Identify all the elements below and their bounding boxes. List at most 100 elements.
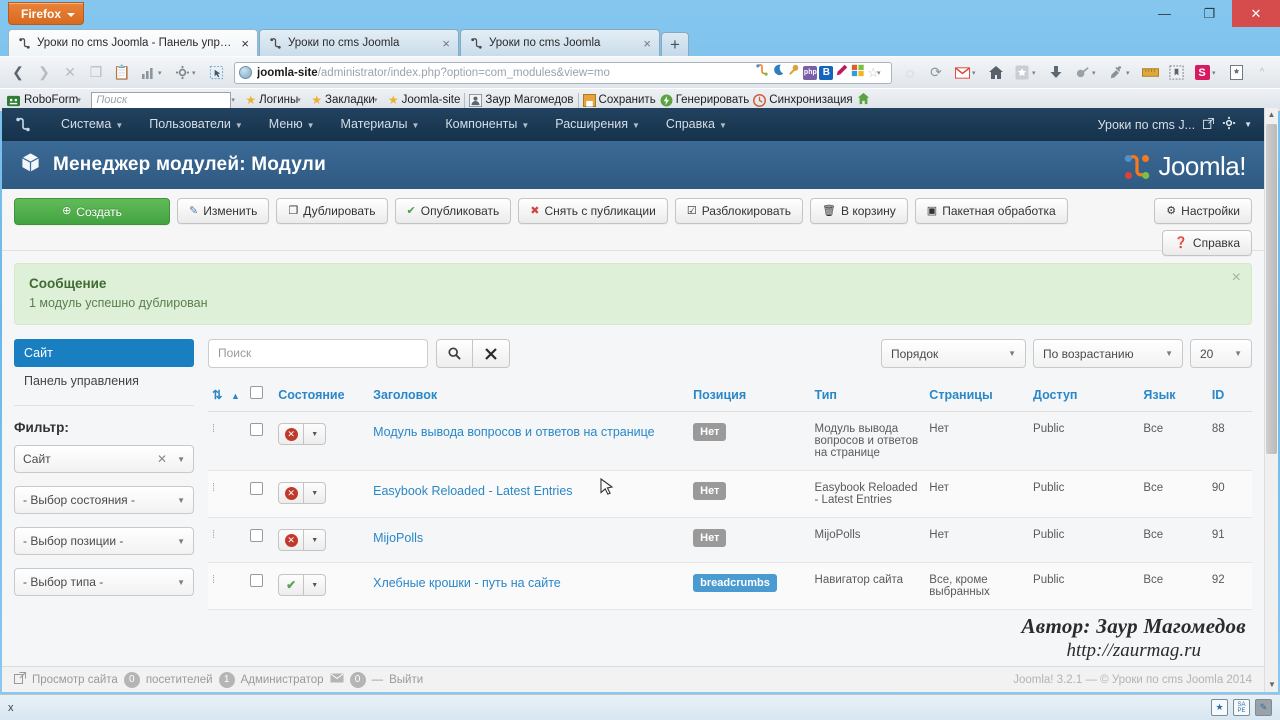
- home-icon[interactable]: [984, 61, 1008, 85]
- preview-site-icon[interactable]: [14, 672, 26, 687]
- page-scrollbar[interactable]: ▲ ▼: [1264, 108, 1278, 692]
- sort-asc-icon[interactable]: ▲: [231, 391, 240, 401]
- eyedropper-icon[interactable]: [1104, 61, 1128, 85]
- row-checkbox[interactable]: [249, 423, 263, 436]
- row-checkbox[interactable]: [249, 529, 263, 542]
- search-submit-button[interactable]: [436, 339, 473, 368]
- th-title[interactable]: Заголовок: [369, 380, 690, 412]
- address-bar[interactable]: joomla-site/administrator/index.php?opti…: [234, 61, 892, 84]
- module-title-link[interactable]: Хлебные крошки - путь на сайте: [373, 576, 561, 590]
- chevron-down-icon[interactable]: ▾: [374, 96, 384, 104]
- status-toggle-group[interactable]: ✕ ▼: [278, 423, 327, 445]
- maximize-button[interactable]: ❐: [1187, 0, 1232, 27]
- menu-components[interactable]: Компоненты ▼: [432, 108, 542, 141]
- th-language[interactable]: Язык: [1139, 380, 1208, 412]
- th-id[interactable]: ID: [1207, 380, 1252, 412]
- drag-handle-icon[interactable]: ⁞: [212, 529, 215, 541]
- home-bookmark-icon[interactable]: [857, 92, 870, 108]
- new-button[interactable]: ⊕ Создать: [14, 198, 170, 225]
- row-checkbox[interactable]: [249, 574, 263, 587]
- bookmark-joomla-site[interactable]: ★ Joomla-site: [388, 93, 461, 107]
- close-tab-3-icon[interactable]: ×: [643, 36, 651, 51]
- edit-button[interactable]: ✎ Изменить: [177, 198, 270, 224]
- publish-button[interactable]: ✔ Опубликовать: [394, 198, 512, 224]
- row-checkbox[interactable]: [249, 482, 263, 495]
- menu-extensions[interactable]: Расширения ▼: [542, 108, 653, 141]
- table-row[interactable]: ⁞ ✔ ▼ Хлебные крошки - путь на сайте bre…: [208, 562, 1252, 610]
- sidebar-item-site[interactable]: Сайт: [14, 339, 194, 367]
- th-position[interactable]: Позиция: [689, 380, 811, 412]
- site-name-link[interactable]: Уроки по cms J...: [1098, 118, 1195, 132]
- cell-title[interactable]: Модуль вывода вопросов и ответов на стра…: [369, 411, 690, 471]
- chevron-down-icon[interactable]: ▾: [1032, 69, 1042, 77]
- ruler-icon[interactable]: [1138, 61, 1162, 85]
- forward-icon[interactable]: ❯: [32, 61, 56, 85]
- back-icon[interactable]: ❮: [6, 61, 30, 85]
- paste-icon[interactable]: 📋: [110, 61, 134, 85]
- limit-select[interactable]: 20 ▼: [1190, 339, 1252, 368]
- menu-content[interactable]: Материалы ▼: [328, 108, 433, 141]
- moon-addon-icon[interactable]: [771, 63, 785, 82]
- sort-updown-icon[interactable]: ⇅: [212, 388, 222, 402]
- filter-position-select[interactable]: - Выбор позиции - ▼: [14, 527, 194, 555]
- cell-handle[interactable]: ⁞: [208, 470, 246, 518]
- module-title-link[interactable]: Модуль вывода вопросов и ответов на стра…: [373, 425, 655, 439]
- reader-addon-icon[interactable]: ★: [1211, 699, 1228, 716]
- sape-addon-icon[interactable]: SA PE: [1233, 699, 1250, 716]
- module-title-link[interactable]: MijoPolls: [373, 531, 423, 545]
- stop-icon[interactable]: ✕: [58, 61, 82, 85]
- joomla-addon-icon[interactable]: [755, 63, 769, 82]
- th-pages[interactable]: Страницы: [925, 380, 1030, 412]
- statusbar-close-icon[interactable]: x: [8, 702, 14, 714]
- overflow-chevron-icon[interactable]: ^: [1250, 61, 1274, 85]
- scroll-down-arrow[interactable]: ▼: [1265, 678, 1279, 692]
- trash-button[interactable]: 🗑 В корзину: [810, 198, 908, 224]
- chevron-down-icon[interactable]: ▾: [1126, 69, 1136, 77]
- pen-addon-icon[interactable]: [835, 63, 849, 82]
- chevron-down-icon[interactable]: ▾: [231, 96, 241, 104]
- chevron-down-icon[interactable]: ▾: [77, 96, 87, 104]
- chevron-down-icon[interactable]: ▼: [1244, 120, 1252, 129]
- bookmark-star-box-icon[interactable]: [1010, 61, 1034, 85]
- chevron-down-icon[interactable]: ▾: [158, 69, 168, 77]
- cell-handle[interactable]: ⁞: [208, 411, 246, 471]
- reload-icon[interactable]: ⟳: [924, 61, 948, 85]
- unpublish-status-icon[interactable]: ✕: [278, 423, 305, 445]
- chevron-down-icon[interactable]: ▾: [192, 69, 202, 77]
- close-window-button[interactable]: ✕: [1232, 0, 1280, 27]
- chevron-down-icon[interactable]: ▾: [297, 96, 307, 104]
- download-icon[interactable]: [1044, 61, 1068, 85]
- cell-status[interactable]: ✕ ▼: [274, 411, 370, 471]
- status-toggle-group[interactable]: ✕ ▼: [278, 529, 327, 551]
- cell-status[interactable]: ✕ ▼: [274, 517, 370, 563]
- search-clear-button[interactable]: [473, 339, 510, 368]
- external-link-icon[interactable]: [1203, 117, 1215, 132]
- browser-tab-3[interactable]: Уроки по cms Joomla ×: [460, 29, 660, 56]
- firefox-app-menu-button[interactable]: Firefox: [8, 2, 85, 25]
- filter-client-select[interactable]: Сайт ✕ ▼: [14, 445, 194, 473]
- close-tab-1-icon[interactable]: ×: [241, 36, 249, 51]
- unpublish-status-icon[interactable]: ✕: [278, 529, 305, 551]
- table-row[interactable]: ⁞ ✕ ▼ Модуль вывода вопросов и ответов н…: [208, 411, 1252, 471]
- status-toggle-group[interactable]: ✔ ▼: [278, 574, 327, 596]
- roboform-button[interactable]: RoboForm ▾: [6, 94, 87, 107]
- bookmark-logins[interactable]: ★ Логины ▾: [245, 93, 307, 107]
- bookmark-generate[interactable]: Генерировать: [660, 94, 749, 107]
- gear-icon[interactable]: [1222, 116, 1236, 133]
- copy-icon[interactable]: ❐: [84, 61, 108, 85]
- cell-checkbox[interactable]: [245, 517, 275, 563]
- help-button[interactable]: ❓ Справка: [1162, 230, 1252, 256]
- menu-menus[interactable]: Меню ▼: [256, 108, 328, 141]
- cell-title[interactable]: Хлебные крошки - путь на сайте: [369, 562, 690, 610]
- clear-filter-icon[interactable]: ✕: [157, 452, 167, 466]
- cell-handle[interactable]: ⁞: [208, 517, 246, 563]
- scrollbar-thumb[interactable]: [1266, 124, 1277, 454]
- bookmark-b-addon-icon[interactable]: B: [819, 65, 834, 80]
- evernote-icon[interactable]: [1164, 61, 1188, 85]
- direction-select[interactable]: По возрастанию ▼: [1033, 339, 1183, 368]
- unpublish-button[interactable]: ✖ Снять с публикации: [518, 198, 668, 224]
- close-alert-icon[interactable]: ×: [1232, 270, 1241, 286]
- table-row[interactable]: ⁞ ✕ ▼ MijoPolls Нет MijoPolls Нет Public…: [208, 517, 1252, 563]
- checkin-button[interactable]: ☑ Разблокировать: [674, 198, 804, 224]
- minimize-button[interactable]: —: [1142, 0, 1187, 27]
